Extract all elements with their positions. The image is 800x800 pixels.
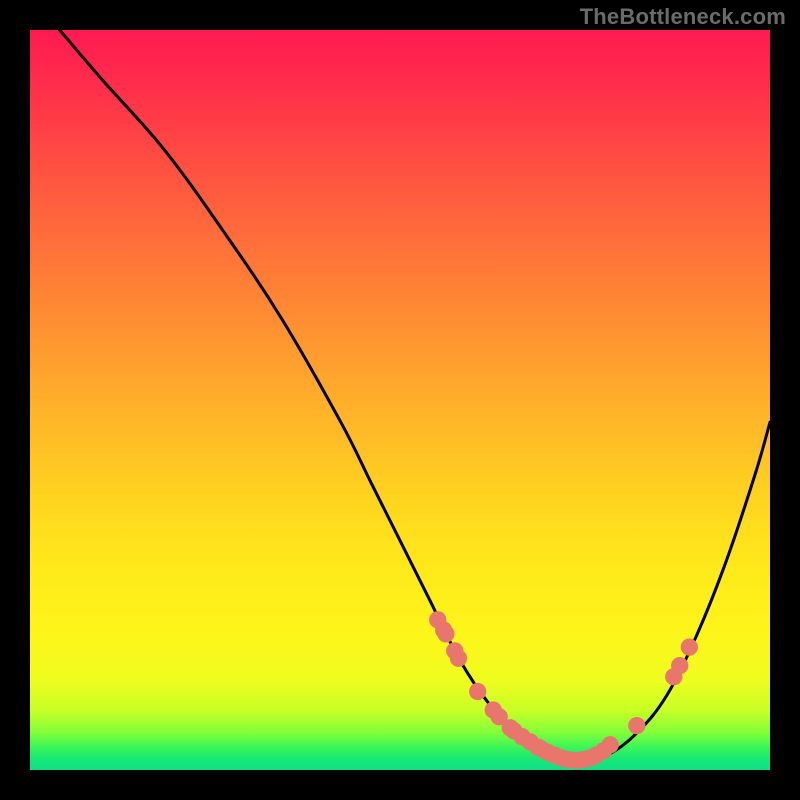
watermark-text: TheBottleneck.com xyxy=(580,4,786,30)
bottleneck-curve-path xyxy=(60,30,770,763)
datapoint-dot xyxy=(469,683,486,700)
plot-area xyxy=(30,30,770,770)
datapoint-dot xyxy=(601,736,618,753)
datapoint-dots-group xyxy=(429,611,698,769)
datapoint-dot xyxy=(681,638,698,655)
datapoint-dot xyxy=(628,717,645,734)
chart-frame: TheBottleneck.com xyxy=(0,0,800,800)
curve-svg xyxy=(30,30,770,770)
datapoint-dot xyxy=(450,650,467,667)
datapoint-dot xyxy=(671,657,688,674)
datapoint-dot xyxy=(437,625,454,642)
